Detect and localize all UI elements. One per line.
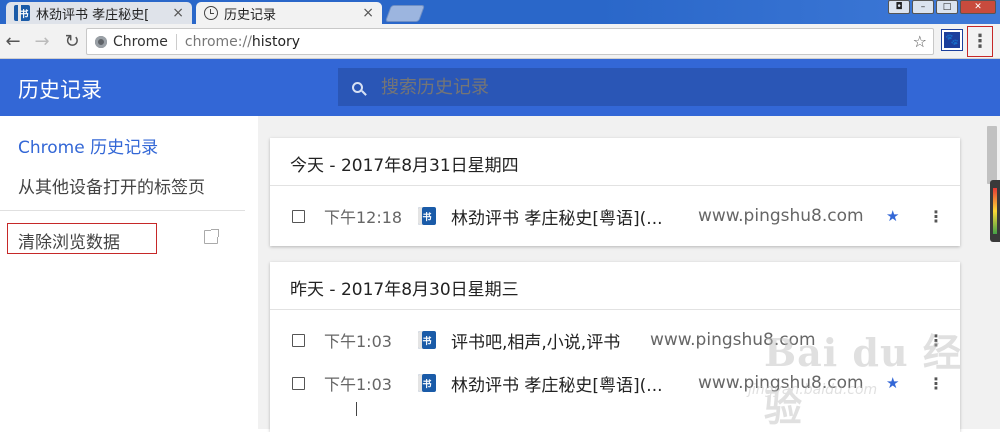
forward-button[interactable]: → <box>30 29 54 53</box>
watermark-logo: Bai du 经验 <box>764 330 962 430</box>
page-title: 历史记录 <box>18 78 102 102</box>
chrome-page-icon <box>95 35 107 48</box>
minimize-icon[interactable]: – <box>912 0 934 14</box>
tab-strip: 书 林劲评书 孝庄秘史[ × 历史记录 × ◘ – □ ✕ <box>0 0 1000 24</box>
reload-button[interactable]: ↻ <box>60 29 84 53</box>
watermark-url: jingyan.baidu.com <box>748 382 878 398</box>
extension-paw-icon[interactable]: 🐾 <box>941 29 963 51</box>
open-in-new-icon <box>204 229 219 244</box>
sidebar: Chrome 历史记录 从其他设备打开的标签页 清除浏览数据 <box>0 116 258 429</box>
pingshu-favicon-icon: 书 <box>418 331 436 349</box>
pingshu-favicon-icon: 书 <box>418 207 436 225</box>
entry-title-link[interactable]: 林劲评书 孝庄秘史[粤语](... <box>451 204 663 229</box>
entry-time: 下午1:03 <box>324 375 392 394</box>
new-tab-button[interactable] <box>384 5 426 22</box>
address-bar[interactable]: Chrome chrome:// history ☆ <box>86 28 934 55</box>
sidebar-divider <box>0 210 245 211</box>
tab-pingshu[interactable]: 书 林劲评书 孝庄秘史[ × <box>6 2 192 24</box>
history-entry[interactable]: 下午12:18 书 林劲评书 孝庄秘史[粤语](... www.pingshu8… <box>270 201 960 231</box>
browser-toolbar: ← → ↻ Chrome chrome:// history ☆ 🐾 ⋮ <box>0 24 1000 59</box>
pingshu-favicon-icon: 书 <box>14 5 30 21</box>
group-title: 昨天 - 2017年8月30日星期三 <box>270 262 960 310</box>
side-widget-icon <box>990 180 1000 242</box>
tab-close-icon[interactable]: × <box>362 5 374 21</box>
close-window-icon[interactable]: ✕ <box>960 0 996 14</box>
bookmark-star-icon[interactable]: ☆ <box>913 32 927 51</box>
more-actions-icon[interactable]: ⋮ <box>928 207 944 226</box>
tab-title: 林劲评书 孝庄秘史[ <box>36 7 150 23</box>
sidebar-item-other-devices[interactable]: 从其他设备打开的标签页 <box>18 173 205 198</box>
entry-checkbox[interactable] <box>292 333 305 347</box>
search-box[interactable] <box>338 68 907 106</box>
chrome-menu-button[interactable]: ⋮ <box>967 26 993 57</box>
user-icon[interactable]: ◘ <box>888 0 910 14</box>
clear-browsing-data-link[interactable]: 清除浏览数据 <box>7 223 157 254</box>
url-scheme: chrome:// <box>184 33 252 50</box>
tab-title: 历史记录 <box>224 7 277 23</box>
entry-domain[interactable]: www.pingshu8.com <box>698 206 864 226</box>
scrollbar-thumb[interactable] <box>987 126 997 184</box>
entry-checkbox[interactable] <box>292 376 305 390</box>
group-title: 今天 - 2017年8月31日星期四 <box>270 138 960 186</box>
search-icon <box>352 81 363 93</box>
entry-title-link[interactable]: 评书吧,相声,小说,评书 <box>451 328 620 353</box>
url-host: history <box>251 33 301 50</box>
entry-time: 下午1:03 <box>324 332 392 351</box>
history-header: 历史记录 <box>0 59 1000 116</box>
entry-title-link[interactable]: 林劲评书 孝庄秘史[粤语](... <box>451 371 663 396</box>
window-controls: ◘ – □ ✕ <box>888 0 996 14</box>
url-separator <box>175 33 177 50</box>
sidebar-item-chrome-history[interactable]: Chrome 历史记录 <box>18 133 158 158</box>
entry-time: 下午12:18 <box>324 208 403 227</box>
text-cursor <box>356 402 357 416</box>
url-chip: Chrome <box>113 33 168 50</box>
entry-checkbox[interactable] <box>292 209 305 223</box>
back-button[interactable]: ← <box>1 29 25 53</box>
baidu-watermark: Bai du 经验 jingyan.baidu.com <box>748 322 988 430</box>
tab-history[interactable]: 历史记录 × <box>196 2 382 24</box>
history-group-today: 今天 - 2017年8月31日星期四 下午12:18 书 林劲评书 孝庄秘史[粤… <box>270 138 960 246</box>
search-input[interactable] <box>381 76 861 98</box>
bookmarked-star-icon[interactable]: ★ <box>886 207 899 225</box>
maximize-icon[interactable]: □ <box>936 0 958 14</box>
history-clock-icon <box>204 6 218 20</box>
pingshu-favicon-icon: 书 <box>418 374 436 392</box>
tab-close-icon[interactable]: × <box>172 5 184 21</box>
